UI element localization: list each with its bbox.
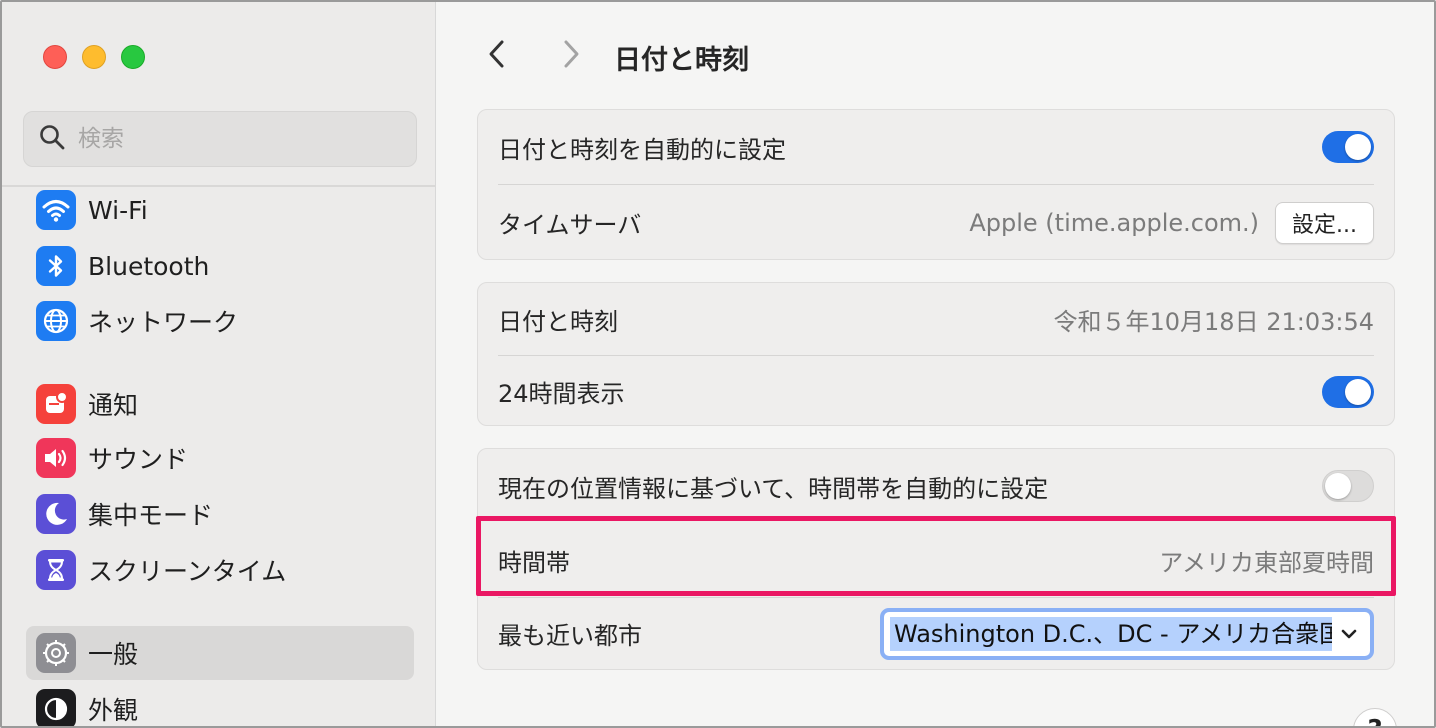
settings-window: Wi-Fi Bluetooth ネットワーク 通知 — [0, 0, 1436, 728]
hour24-label: 24時間表示 — [498, 380, 625, 408]
auto-timezone-toggle[interactable] — [1322, 470, 1374, 502]
sidebar-item-label: 集中モード — [88, 501, 214, 530]
zoom-window-button[interactable] — [121, 45, 145, 69]
appearance-icon — [36, 689, 76, 726]
search-input[interactable] — [78, 126, 378, 152]
speaker-icon — [36, 438, 76, 478]
sidebar-item-screen-time[interactable]: スクリーンタイム — [26, 543, 414, 597]
timezone-group: 現在の位置情報に基づいて、時間帯を自動的に設定 時間帯 アメリカ東部夏時間 最も… — [477, 448, 1395, 670]
sidebar-item-notifications[interactable]: 通知 — [26, 377, 414, 431]
page-title: 日付と時刻 — [614, 45, 749, 76]
sidebar-item-network[interactable]: ネットワーク — [26, 294, 414, 348]
sidebar-item-label: 通知 — [88, 391, 139, 420]
sidebar: Wi-Fi Bluetooth ネットワーク 通知 — [2, 2, 436, 726]
hour24-toggle[interactable] — [1322, 375, 1374, 408]
auto-set-label: 日付と時刻を自動的に設定 — [498, 135, 786, 164]
sidebar-item-label: 外観 — [88, 696, 139, 725]
sidebar-item-label: 一般 — [88, 640, 139, 669]
bluetooth-icon — [36, 246, 76, 286]
sidebar-item-label: Wi-Fi — [88, 195, 148, 225]
wifi-icon — [36, 190, 76, 230]
navigation-controls — [477, 36, 591, 76]
globe-icon — [36, 301, 76, 341]
time-server-value: Apple (time.apple.com.) — [969, 208, 1260, 237]
auto-set-toggle[interactable] — [1322, 131, 1374, 163]
nearest-city-label: 最も近い都市 — [498, 622, 642, 650]
datetime-row: 日付と時刻 令和５年10月18日 21:03:54 — [498, 283, 1374, 355]
help-button[interactable]: ? — [1353, 708, 1397, 726]
sidebar-item-appearance[interactable]: 外観 — [26, 682, 414, 726]
nearest-city-select[interactable]: Washington D.C.、DC - アメリカ合衆国 — [880, 607, 1374, 660]
close-window-button[interactable] — [43, 45, 67, 69]
sidebar-item-wifi[interactable]: Wi-Fi — [26, 183, 414, 237]
datetime-group: 日付と時刻 令和５年10月18日 21:03:54 24時間表示 — [477, 282, 1395, 426]
auto-time-group: 日付と時刻を自動的に設定 タイムサーバ Apple (time.apple.co… — [477, 109, 1395, 260]
chevron-left-icon — [484, 38, 510, 74]
search-icon — [38, 123, 66, 155]
timezone-label: 時間帯 — [498, 548, 570, 577]
moon-icon — [36, 494, 76, 534]
search-field[interactable] — [23, 111, 417, 167]
forward-button[interactable] — [551, 36, 591, 76]
auto-timezone-label: 現在の位置情報に基づいて、時間帯を自動的に設定 — [498, 474, 1049, 503]
sidebar-item-label: Bluetooth — [88, 251, 210, 281]
time-server-label: タイムサーバ — [498, 211, 642, 239]
chevron-right-icon — [558, 38, 584, 74]
traffic-lights — [43, 45, 145, 69]
time-server-row: タイムサーバ Apple (time.apple.com.) 設定... — [498, 184, 1374, 260]
hour24-row: 24時間表示 — [498, 355, 1374, 427]
nearest-city-row: 最も近い都市 Washington D.C.、DC - アメリカ合衆国 — [498, 597, 1374, 669]
datetime-value[interactable]: 令和５年10月18日 21:03:54 — [1054, 302, 1375, 337]
chevron-down-icon[interactable] — [1332, 617, 1366, 651]
datetime-label: 日付と時刻 — [498, 307, 618, 336]
minimize-window-button[interactable] — [82, 45, 106, 69]
timezone-row: 時間帯 アメリカ東部夏時間 — [498, 523, 1374, 597]
back-button[interactable] — [477, 36, 517, 76]
sidebar-item-bluetooth[interactable]: Bluetooth — [26, 239, 414, 293]
auto-timezone-row: 現在の位置情報に基づいて、時間帯を自動的に設定 — [498, 449, 1374, 523]
hourglass-icon — [36, 550, 76, 590]
bell-icon — [36, 384, 76, 424]
main-pane: 日付と時刻 日付と時刻を自動的に設定 タイムサーバ Apple (time.ap… — [437, 2, 1434, 726]
sidebar-item-general[interactable]: 一般 — [26, 626, 414, 680]
time-server-settings-button[interactable]: 設定... — [1275, 201, 1374, 244]
timezone-value: アメリカ東部夏時間 — [1159, 548, 1374, 577]
sidebar-item-label: ネットワーク — [88, 308, 239, 337]
sidebar-item-sound[interactable]: サウンド — [26, 431, 414, 485]
gear-icon — [36, 633, 76, 673]
sidebar-item-focus[interactable]: 集中モード — [26, 487, 414, 541]
sidebar-item-label: サウンド — [88, 445, 189, 474]
sidebar-item-label: スクリーンタイム — [88, 557, 287, 586]
nearest-city-input[interactable]: Washington D.C.、DC - アメリカ合衆国 — [890, 616, 1332, 651]
auto-set-row: 日付と時刻を自動的に設定 — [498, 110, 1374, 184]
